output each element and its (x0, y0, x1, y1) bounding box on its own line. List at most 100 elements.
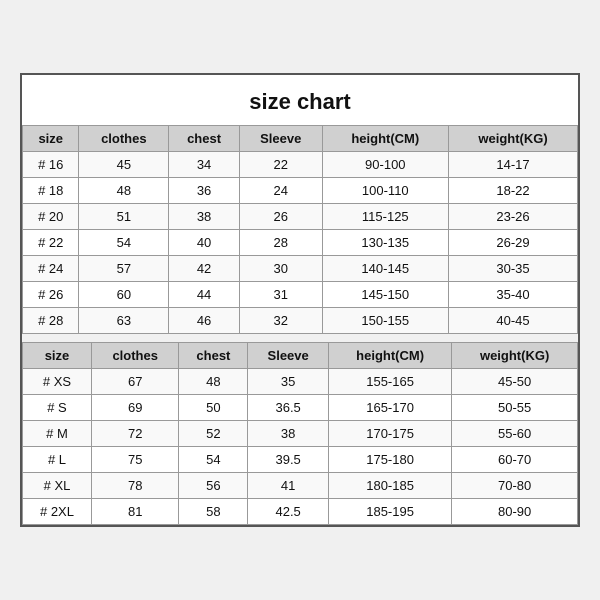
col-height-1: height(CM) (322, 126, 449, 152)
table-cell: 14-17 (449, 152, 578, 178)
table-cell: # XS (23, 369, 92, 395)
col-clothes-2: clothes (91, 343, 178, 369)
table-cell: 140-145 (322, 256, 449, 282)
table-cell: 45-50 (452, 369, 578, 395)
table-row: # 28634632150-15540-45 (23, 308, 578, 334)
table-row: # XL785641180-18570-80 (23, 473, 578, 499)
table1-body: # 1645342290-10014-17# 18483624100-11018… (23, 152, 578, 334)
table-cell: # 16 (23, 152, 79, 178)
table-row: # 26604431145-15035-40 (23, 282, 578, 308)
table-cell: 55-60 (452, 421, 578, 447)
col-size-2: size (23, 343, 92, 369)
table-row: # 24574230140-14530-35 (23, 256, 578, 282)
table-cell: # 18 (23, 178, 79, 204)
table-cell: 35 (248, 369, 329, 395)
table-cell: # 22 (23, 230, 79, 256)
table-cell: 51 (79, 204, 169, 230)
table-cell: 150-155 (322, 308, 449, 334)
table1-header: size clothes chest Sleeve height(CM) wei… (23, 126, 578, 152)
table-cell: # 24 (23, 256, 79, 282)
table-cell: 44 (169, 282, 240, 308)
chart-title: size chart (22, 75, 578, 125)
table-row: # 18483624100-11018-22 (23, 178, 578, 204)
table-cell: 26-29 (449, 230, 578, 256)
table-cell: 18-22 (449, 178, 578, 204)
col-clothes-1: clothes (79, 126, 169, 152)
table-cell: 60-70 (452, 447, 578, 473)
table-cell: 39.5 (248, 447, 329, 473)
table-cell: 32 (239, 308, 322, 334)
table2-body: # XS674835155-16545-50# S695036.5165-170… (23, 369, 578, 525)
size-table-1: size clothes chest Sleeve height(CM) wei… (22, 125, 578, 334)
table-cell: 130-135 (322, 230, 449, 256)
table-row: # S695036.5165-17050-55 (23, 395, 578, 421)
table-cell: 36 (169, 178, 240, 204)
col-size-1: size (23, 126, 79, 152)
col-sleeve-2: Sleeve (248, 343, 329, 369)
table-cell: 175-180 (328, 447, 451, 473)
table-cell: # XL (23, 473, 92, 499)
table-cell: 46 (169, 308, 240, 334)
table-cell: 100-110 (322, 178, 449, 204)
table-cell: 52 (179, 421, 248, 447)
table-cell: 70-80 (452, 473, 578, 499)
table-cell: 145-150 (322, 282, 449, 308)
table-cell: # M (23, 421, 92, 447)
col-chest-1: chest (169, 126, 240, 152)
table-cell: 115-125 (322, 204, 449, 230)
table-cell: 50 (179, 395, 248, 421)
table-cell: 30 (239, 256, 322, 282)
table-cell: 45 (79, 152, 169, 178)
table-cell: # 2XL (23, 499, 92, 525)
table-cell: 185-195 (328, 499, 451, 525)
table-cell: 22 (239, 152, 322, 178)
table-cell: 81 (91, 499, 178, 525)
table-cell: 180-185 (328, 473, 451, 499)
table-cell: 54 (179, 447, 248, 473)
table-row: # 2XL815842.5185-19580-90 (23, 499, 578, 525)
table-cell: 38 (169, 204, 240, 230)
table-cell: 30-35 (449, 256, 578, 282)
table-cell: 41 (248, 473, 329, 499)
table-cell: 78 (91, 473, 178, 499)
table-cell: 58 (179, 499, 248, 525)
table-cell: 34 (169, 152, 240, 178)
col-chest-2: chest (179, 343, 248, 369)
table-cell: 36.5 (248, 395, 329, 421)
table-cell: 165-170 (328, 395, 451, 421)
table-cell: 80-90 (452, 499, 578, 525)
table-row: # M725238170-17555-60 (23, 421, 578, 447)
col-weight-2: weight(KG) (452, 343, 578, 369)
section-divider (22, 334, 578, 342)
table-cell: 60 (79, 282, 169, 308)
table-cell: 57 (79, 256, 169, 282)
table-cell: 67 (91, 369, 178, 395)
table-cell: 72 (91, 421, 178, 447)
table-cell: 50-55 (452, 395, 578, 421)
table-cell: 26 (239, 204, 322, 230)
table2-header: size clothes chest Sleeve height(CM) wei… (23, 343, 578, 369)
table-cell: # 28 (23, 308, 79, 334)
table-row: # 22544028130-13526-29 (23, 230, 578, 256)
table-cell: # L (23, 447, 92, 473)
table-cell: 69 (91, 395, 178, 421)
size-chart: size chart size clothes chest Sleeve hei… (20, 73, 580, 527)
table-row: # L755439.5175-18060-70 (23, 447, 578, 473)
table-cell: # S (23, 395, 92, 421)
table-cell: 54 (79, 230, 169, 256)
size-table-2: size clothes chest Sleeve height(CM) wei… (22, 342, 578, 525)
col-sleeve-1: Sleeve (239, 126, 322, 152)
table-cell: 31 (239, 282, 322, 308)
table-cell: 155-165 (328, 369, 451, 395)
table-cell: 170-175 (328, 421, 451, 447)
table-cell: 56 (179, 473, 248, 499)
table-row: # 20513826115-12523-26 (23, 204, 578, 230)
table-cell: 90-100 (322, 152, 449, 178)
table-cell: 38 (248, 421, 329, 447)
table-cell: 40 (169, 230, 240, 256)
table-cell: 24 (239, 178, 322, 204)
table-cell: 48 (179, 369, 248, 395)
table-cell: 35-40 (449, 282, 578, 308)
table-cell: 28 (239, 230, 322, 256)
table-cell: 40-45 (449, 308, 578, 334)
